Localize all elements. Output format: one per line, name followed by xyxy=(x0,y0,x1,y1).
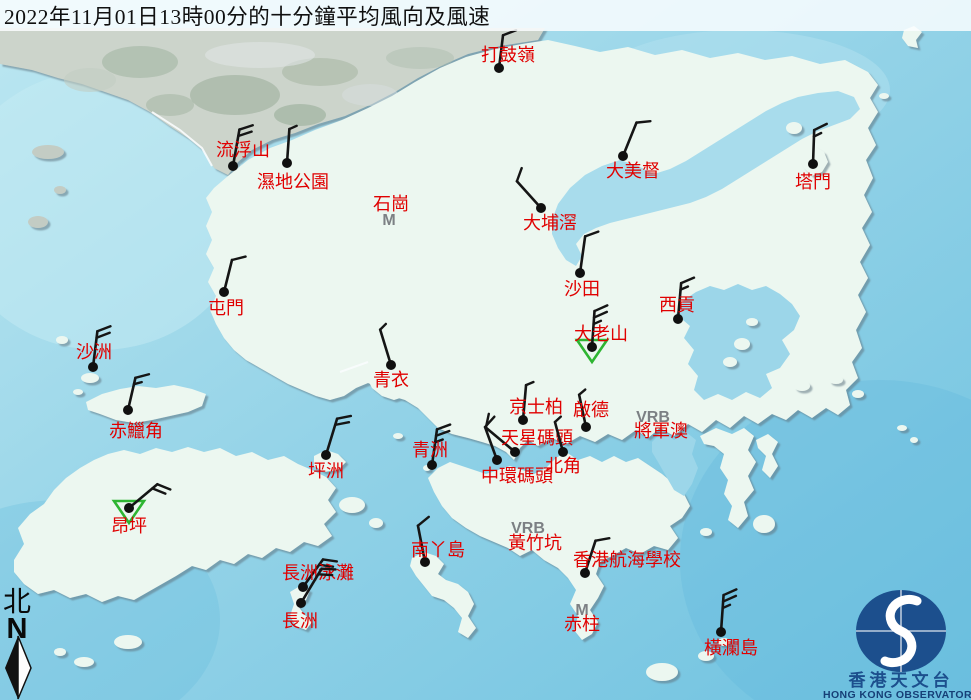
station-dot xyxy=(510,447,520,457)
station-dot xyxy=(386,360,396,370)
station-dot xyxy=(716,627,726,637)
station-label: 青衣 xyxy=(373,370,409,390)
wind-barb-tick xyxy=(322,569,336,570)
wind-barb-tick xyxy=(318,574,332,575)
station-label: 赤鱲角 xyxy=(109,421,163,441)
station-label: 黃竹坑 xyxy=(508,533,562,553)
station-dot xyxy=(228,161,238,171)
station-dot xyxy=(123,405,133,415)
station-label: 昂坪 xyxy=(111,516,147,536)
station-label: 啟德 xyxy=(573,400,609,420)
station-label: 大埔滘 xyxy=(523,213,577,233)
station-label: 塔門 xyxy=(795,172,831,192)
wind-indicator: M xyxy=(382,212,395,229)
station-dot xyxy=(298,582,308,592)
hko-name-en: HONG KONG OBSERVATORY xyxy=(823,689,971,700)
station-dot xyxy=(427,460,437,470)
station-dot xyxy=(88,362,98,372)
station-label: 西貢 xyxy=(659,295,695,315)
title-bar: 2022年11月01日13時00分的十分鐘平均風向及風速 xyxy=(0,0,971,31)
station-label: 將軍澳 xyxy=(634,421,688,441)
station-dot xyxy=(492,455,502,465)
station-label: 濕地公園 xyxy=(257,172,329,192)
station-label: 南丫島 xyxy=(411,540,465,560)
station-label: 香港航海學校 xyxy=(573,550,681,570)
station-label: 大老山 xyxy=(574,324,628,344)
hko-wind-map: 打鼓嶺流浮山濕地公園 M石崗 大美督塔門大埔滘沙田西貢大老山 屯門青衣 沙洲赤鱲角坪洲昂… xyxy=(0,0,971,700)
station-label: 沙田 xyxy=(564,279,600,299)
station-label: 流浮山 xyxy=(216,140,270,160)
station-label: 中環碼頭 xyxy=(481,466,553,486)
hko-name-cn: 香港天文台 xyxy=(849,670,954,690)
station-dot xyxy=(575,268,585,278)
station-dot xyxy=(581,422,591,432)
station-dot xyxy=(808,159,818,169)
station-label: 長洲 xyxy=(282,611,318,631)
station-label: 橫瀾島 xyxy=(704,638,758,658)
station-label: 石崗 xyxy=(373,194,409,214)
station-label: 北角 xyxy=(545,456,581,476)
wind-barb-tick xyxy=(636,121,650,122)
station-dot xyxy=(219,287,229,297)
map-canvas: 打鼓嶺流浮山濕地公園 M石崗 大美督塔門大埔滘沙田西貢大老山 屯門青衣 沙洲赤鱲角坪洲昂… xyxy=(0,0,971,700)
station-dot xyxy=(536,203,546,213)
station-dot xyxy=(124,503,134,513)
station-label: 京士柏 xyxy=(509,397,563,417)
station-label: 坪洲 xyxy=(308,461,344,481)
station-label: 赤柱 xyxy=(564,614,600,634)
station-dot xyxy=(321,450,331,460)
wind-barb-staff xyxy=(813,130,814,164)
station-label: 沙洲 xyxy=(76,342,112,362)
station-dot xyxy=(673,314,683,324)
station-label: 打鼓嶺 xyxy=(481,45,535,65)
station-dot xyxy=(282,158,292,168)
station-dot xyxy=(618,151,628,161)
station-label: 屯門 xyxy=(208,298,244,318)
map-title: 2022年11月01日13時00分的十分鐘平均風向及風速 xyxy=(4,0,490,31)
station-label: 大美督 xyxy=(606,161,660,181)
station-dot xyxy=(296,598,306,608)
station-label: 青洲 xyxy=(412,440,448,460)
